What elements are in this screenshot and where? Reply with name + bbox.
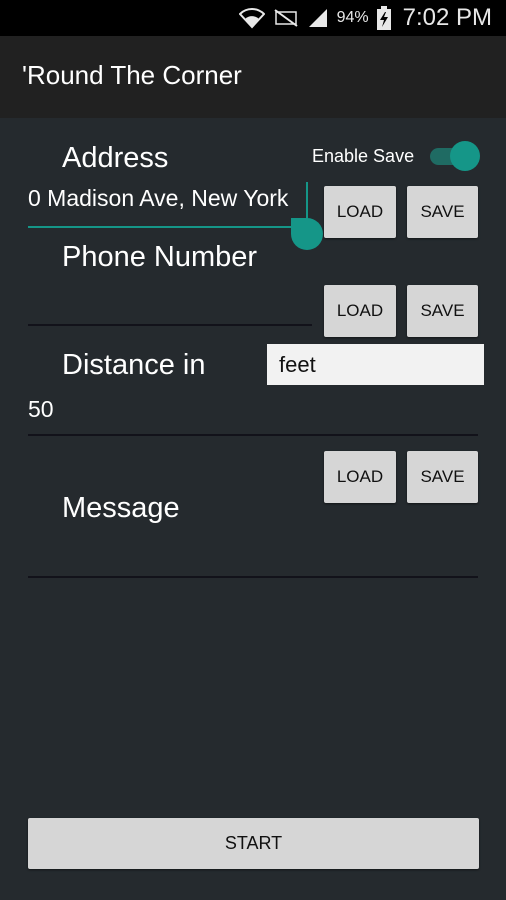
app-title: 'Round The Corner bbox=[22, 60, 242, 90]
text-cursor bbox=[306, 182, 308, 222]
address-save-button[interactable]: SAVE bbox=[407, 186, 478, 238]
address-value: 0 Madison Ave, New York bbox=[28, 185, 289, 211]
phone-input[interactable] bbox=[28, 290, 312, 322]
address-input[interactable]: 0 Madison Ave, New York bbox=[28, 185, 308, 217]
battery-charging-icon bbox=[376, 6, 391, 30]
message-label: Message bbox=[62, 492, 180, 524]
phone-save-button[interactable]: SAVE bbox=[407, 285, 478, 337]
phone-label: Phone Number bbox=[62, 241, 258, 273]
enable-save-toggle[interactable] bbox=[428, 141, 480, 171]
address-load-button[interactable]: LOAD bbox=[324, 186, 396, 238]
signal-icon bbox=[307, 7, 329, 29]
cursor-handle[interactable] bbox=[291, 218, 323, 250]
phone-load-button[interactable]: LOAD bbox=[324, 285, 396, 337]
no-sim-icon bbox=[273, 8, 299, 28]
message-save-button[interactable]: SAVE bbox=[407, 451, 478, 503]
status-bar: 94% 7:02 PM bbox=[0, 0, 506, 36]
message-input-underline bbox=[28, 576, 478, 578]
wifi-icon bbox=[238, 7, 265, 29]
start-button[interactable]: START bbox=[28, 818, 479, 869]
address-label: Address bbox=[62, 142, 169, 174]
toggle-thumb bbox=[450, 141, 480, 171]
status-bar-indicators: 94% 7:02 PM bbox=[238, 0, 492, 36]
distance-label: Distance in bbox=[62, 349, 206, 381]
battery-percent: 94% bbox=[336, 9, 369, 26]
message-input[interactable] bbox=[28, 540, 478, 572]
phone-input-underline bbox=[28, 324, 312, 326]
distance-input-underline bbox=[28, 434, 478, 436]
message-load-button[interactable]: LOAD bbox=[324, 451, 396, 503]
action-bar: 'Round The Corner bbox=[0, 36, 506, 118]
distance-input[interactable]: 50 bbox=[28, 396, 54, 423]
enable-save-label: Enable Save bbox=[312, 146, 415, 166]
address-input-underline bbox=[28, 226, 308, 228]
clock: 7:02 PM bbox=[402, 4, 492, 31]
distance-unit-select[interactable]: feet bbox=[267, 344, 484, 385]
